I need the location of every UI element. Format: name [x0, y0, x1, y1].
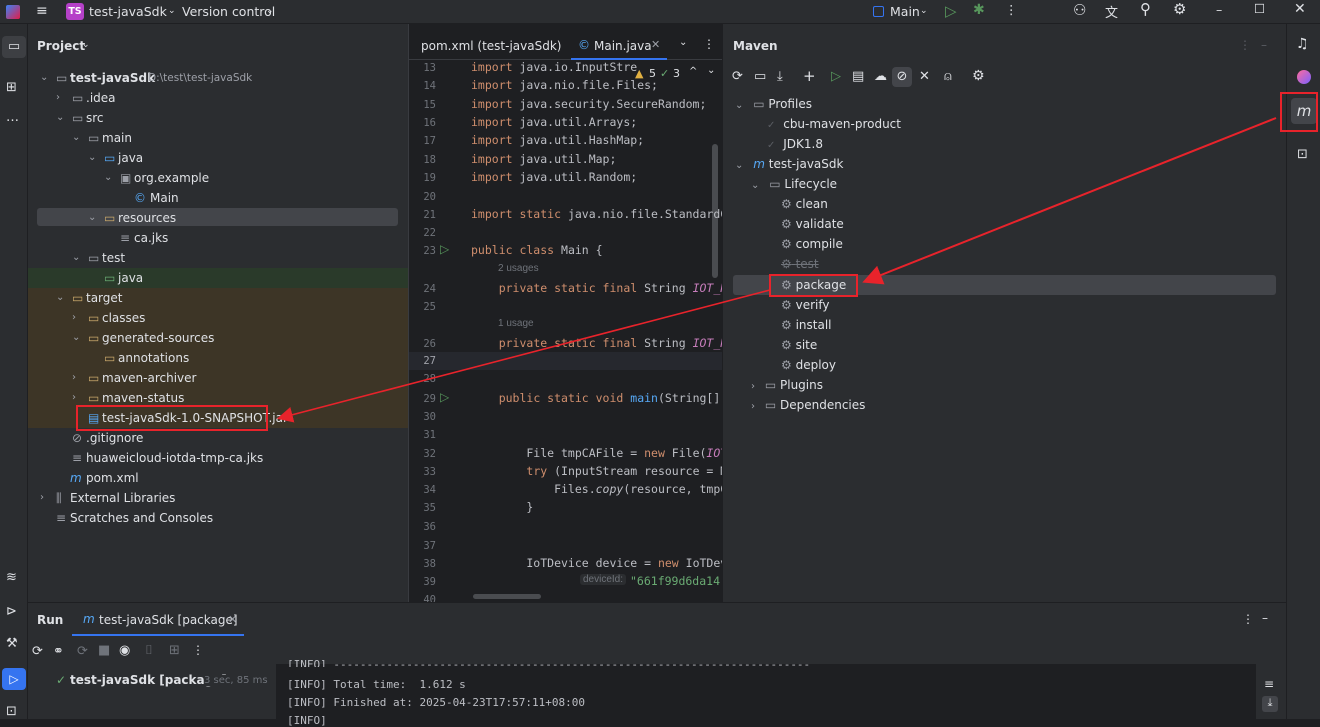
arrow-maven-to-package [862, 117, 1277, 285]
arrow-package-to-jar [276, 289, 771, 423]
annotation-arrows [276, 117, 1277, 423]
